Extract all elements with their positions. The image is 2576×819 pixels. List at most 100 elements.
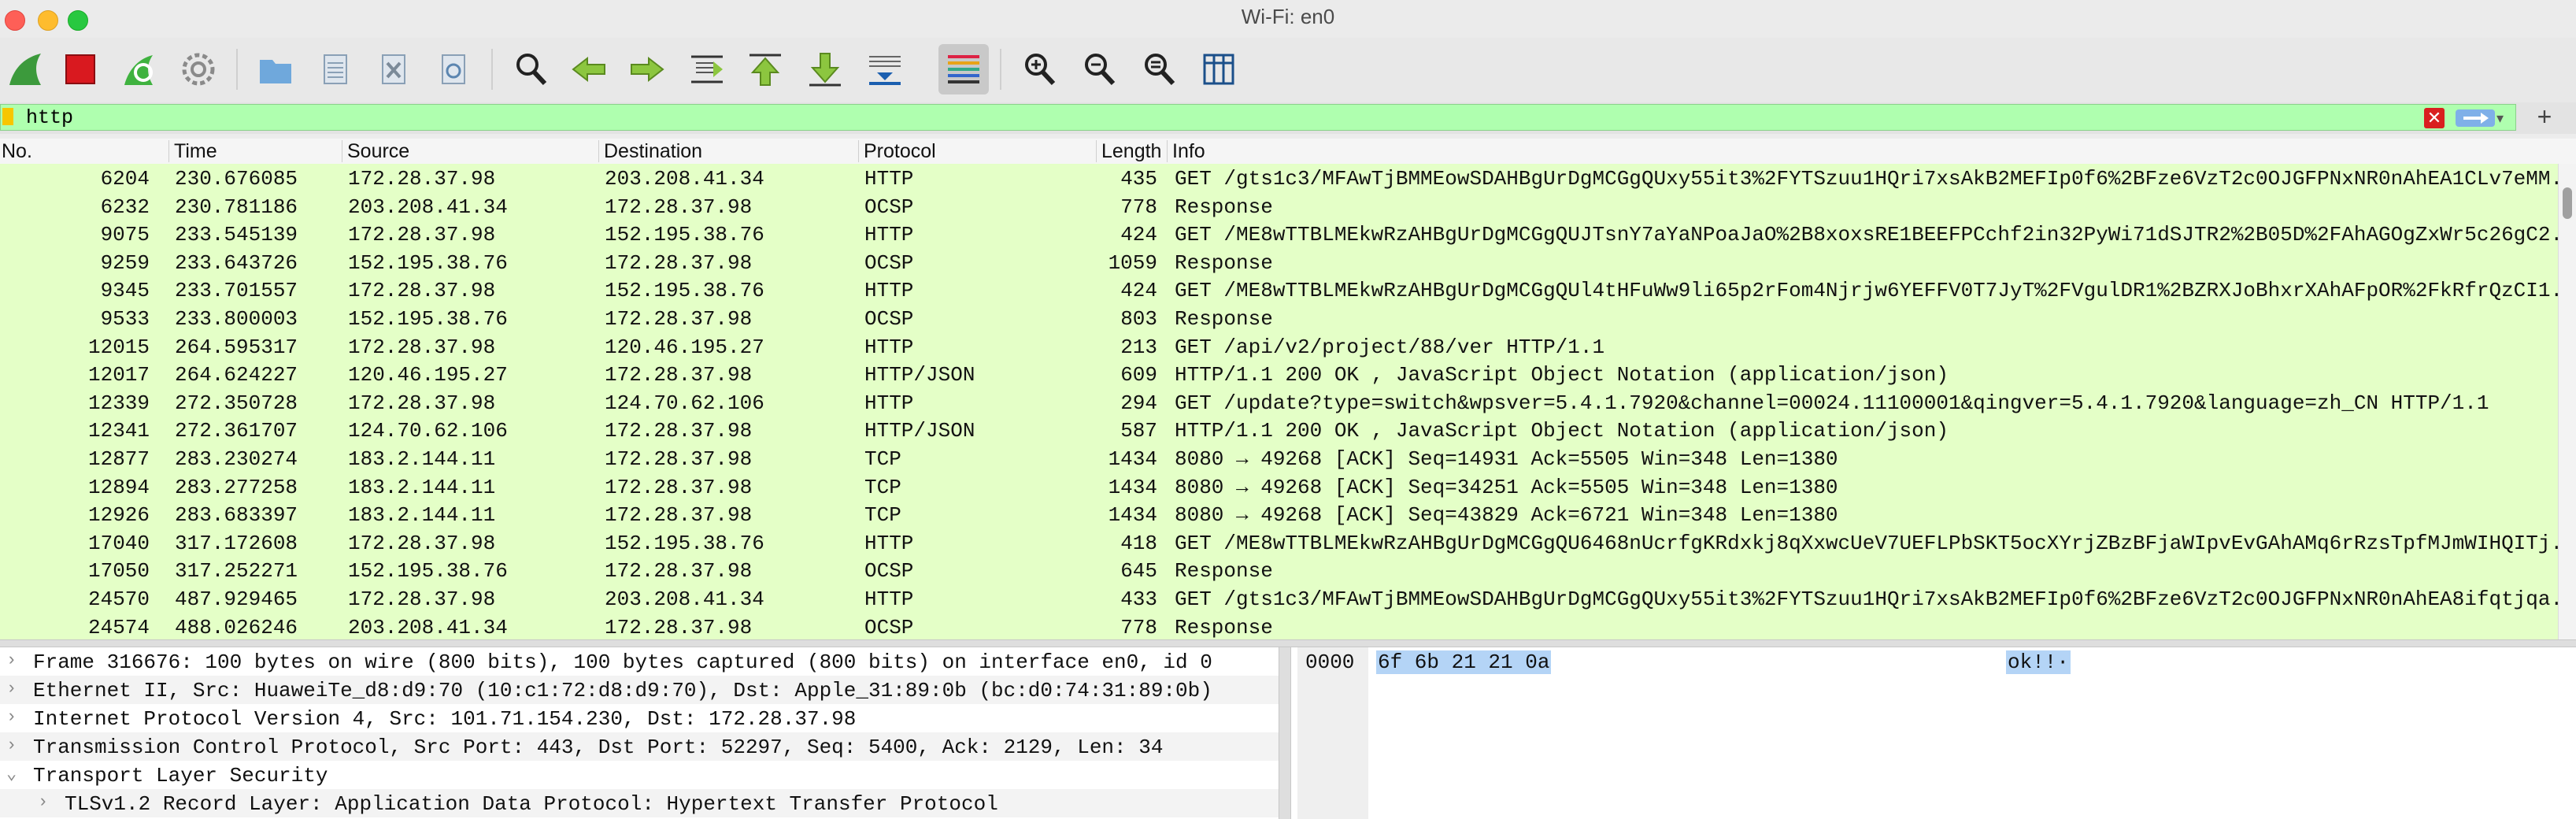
zoom-out-icon[interactable] [1074, 44, 1124, 94]
packet-row[interactable]: 17040 317.172608 172.28.37.98 152.195.38.76… [0, 528, 2560, 557]
chevron-right-icon[interactable]: › [6, 679, 22, 699]
detail-tree-item[interactable]: ⌄ Transport Layer Security [0, 761, 1279, 789]
shark-fin-icon[interactable] [0, 44, 50, 94]
colorize-icon[interactable] [938, 44, 989, 94]
packet-row[interactable]: 9345 233.701557 172.28.37.98 152.195.38.76 H… [0, 276, 2560, 304]
filter-history-dropdown-icon[interactable]: ▾ [2496, 108, 2512, 128]
packet-row[interactable]: 9259 233.643726 152.195.38.76 172.28.37.98 O… [0, 247, 2559, 276]
packet-destination: 172.28.37.98 [605, 503, 753, 528]
packet-time: 317.252271 [175, 559, 298, 584]
packet-row[interactable]: 17050 317.252271 152.195.38.76 172.28.37.98… [0, 556, 2559, 584]
zoom-in-icon[interactable] [1014, 44, 1064, 94]
go-last-icon[interactable] [800, 44, 850, 94]
pane-splitter[interactable] [0, 639, 2576, 647]
packet-number: 12339 [87, 391, 150, 415]
packet-row[interactable]: 12339 272.350728 172.28.37.98 124.70.62.106… [0, 387, 2559, 417]
chevron-right-icon[interactable]: › [6, 736, 22, 755]
packet-info: GET /ME8wTTBLMEkwRzAHBgUrDgMCGgQUl4tHFuW… [1175, 279, 2560, 303]
packet-source: 203.208.41.34 [348, 195, 508, 219]
packet-row[interactable]: 24570 487.929465 172.28.37.98 203.208.41.34… [0, 584, 2560, 613]
column-header-info[interactable]: Info [1167, 140, 2576, 162]
chevron-right-icon[interactable]: › [6, 707, 22, 727]
packet-row[interactable]: 12877 283.230274 183.2.144.11 172.28.37.98 T… [0, 443, 2559, 472]
detail-tree-item[interactable]: › Frame 316676: 100 bytes on wire (800 bi… [0, 647, 1279, 676]
packet-number: 9259 [100, 250, 150, 275]
apply-filter-icon[interactable] [2454, 108, 2496, 128]
packet-bytes-pane: 0000 6f 6b 21 21 0a ok!!· [1291, 647, 2576, 819]
chevron-right-icon[interactable]: › [6, 650, 22, 670]
packet-row[interactable]: 12015 264.595317 172.28.37.98 120.46.195.27… [0, 332, 2559, 361]
packet-list-scrollbar[interactable] [2558, 164, 2576, 639]
packet-row[interactable]: 6204 230.676085 172.28.37.98 203.208.41.34 H… [0, 164, 2560, 192]
packet-row[interactable]: 12341 272.361707 124.70.62.106 172.28.37.98… [0, 416, 2559, 444]
packet-number: 12877 [87, 447, 150, 471]
packet-length: 1434 [1108, 447, 1157, 471]
folder-icon[interactable] [250, 44, 301, 94]
scrollbar-thumb[interactable] [2563, 187, 2572, 219]
reload-icon[interactable] [428, 44, 479, 94]
arrow-right-icon[interactable] [622, 44, 672, 94]
packet-protocol: HTTP [864, 223, 914, 247]
gear-icon[interactable] [173, 44, 224, 94]
main-toolbar [0, 38, 2576, 103]
packet-destination: 152.195.38.76 [605, 279, 764, 303]
go-to-packet-icon[interactable] [682, 44, 732, 94]
detail-tree-item[interactable]: › Ethernet II, Src: HuaweiTe_d8:d9:70 (10… [0, 676, 1279, 704]
stop-icon[interactable] [55, 44, 105, 94]
clear-filter-icon[interactable]: ✕ [2424, 108, 2445, 128]
zoom-normal-icon[interactable] [1134, 44, 1184, 94]
details-bytes-splitter[interactable] [1279, 647, 1291, 819]
document-icon[interactable] [310, 44, 361, 94]
packet-time: 233.643726 [175, 250, 298, 275]
packet-row[interactable]: 9533 233.800003 152.195.38.76 172.28.37.98 O… [0, 303, 2559, 332]
detail-tree-label: Transmission Control Protocol, Src Port:… [33, 736, 1164, 759]
chevron-right-icon[interactable]: › [38, 792, 54, 812]
packet-time: 233.545139 [175, 223, 298, 247]
detail-tree-label: Ethernet II, Src: HuaweiTe_d8:d9:70 (10:… [33, 679, 1212, 702]
packet-protocol: HTTP [864, 167, 914, 191]
packet-info: GET /ME8wTTBLMEkwRzAHBgUrDgMCGgQU6468nUc… [1175, 531, 2560, 555]
detail-tree-item[interactable]: › Transmission Control Protocol, Src Port… [0, 732, 1279, 761]
display-filter-field: ✕ ▾ [0, 104, 2516, 131]
bytes-hex[interactable]: 6f 6b 21 21 0a [1376, 650, 1552, 674]
packet-info: GET /gts1c3/MFAwTjBMMEowSDAHBgUrDgMCGgQU… [1175, 167, 2560, 191]
column-header-source[interactable]: Source [342, 140, 598, 162]
packet-info: HTTP/1.1 200 OK , JavaScript Object Nota… [1175, 419, 1949, 443]
packet-row[interactable]: 12894 283.277258 183.2.144.11 172.28.37.98 T… [0, 472, 2559, 501]
detail-tree-item[interactable]: › Internet Protocol Version 4, Src: 101.7… [0, 704, 1279, 732]
go-first-icon[interactable] [740, 44, 790, 94]
packet-row[interactable]: 12017 264.624227 120.46.195.27 172.28.37.98… [0, 360, 2559, 388]
column-header-destination[interactable]: Destination [598, 140, 858, 162]
resize-columns-icon[interactable] [1194, 44, 1244, 94]
packet-number: 9075 [100, 223, 150, 247]
packet-source: 172.28.37.98 [348, 167, 496, 191]
arrow-left-icon[interactable] [564, 44, 614, 94]
detail-tree-item[interactable]: › TLSv1.2 Record Layer: Application Data … [0, 789, 1279, 817]
column-header-no[interactable]: No. [0, 140, 168, 162]
detail-tree-label: Internet Protocol Version 4, Src: 101.71… [33, 707, 857, 731]
add-filter-button[interactable]: + [2529, 102, 2560, 131]
packet-number: 24570 [87, 587, 150, 611]
packet-row[interactable]: 24574 488.026246 203.208.41.34 172.28.37.98… [0, 612, 2559, 639]
display-filter-input[interactable] [26, 106, 2388, 128]
filter-bookmark-icon[interactable] [2, 108, 13, 125]
packet-info: GET /update?type=switch&wpsver=5.4.1.792… [1175, 391, 2489, 415]
autoscroll-icon[interactable] [860, 44, 910, 94]
packet-number: 6232 [100, 195, 150, 219]
column-header-length[interactable]: Length [1096, 140, 1167, 162]
packet-row[interactable]: 6232 230.781186 203.208.41.34 172.28.37.98 O… [0, 191, 2559, 220]
chevron-down-icon[interactable]: ⌄ [6, 764, 22, 784]
packet-length: 1434 [1108, 503, 1157, 528]
column-header-protocol[interactable]: Protocol [858, 140, 1096, 162]
packet-length: 418 [1120, 531, 1157, 555]
packet-row[interactable]: 12926 283.683397 183.2.144.11 172.28.37.98 T… [0, 500, 2559, 528]
packet-source: 172.28.37.98 [348, 223, 496, 247]
bytes-ascii[interactable]: ok!!· [2006, 650, 2071, 674]
column-header-time[interactable]: Time [168, 140, 342, 162]
packet-protocol: OCSP [864, 195, 914, 219]
restart-capture-icon[interactable] [113, 44, 164, 94]
packet-row[interactable]: 9075 233.545139 172.28.37.98 152.195.38.76 H… [0, 220, 2560, 248]
packet-source: 172.28.37.98 [348, 279, 496, 303]
close-file-icon[interactable] [368, 44, 419, 94]
search-icon[interactable] [505, 44, 556, 94]
